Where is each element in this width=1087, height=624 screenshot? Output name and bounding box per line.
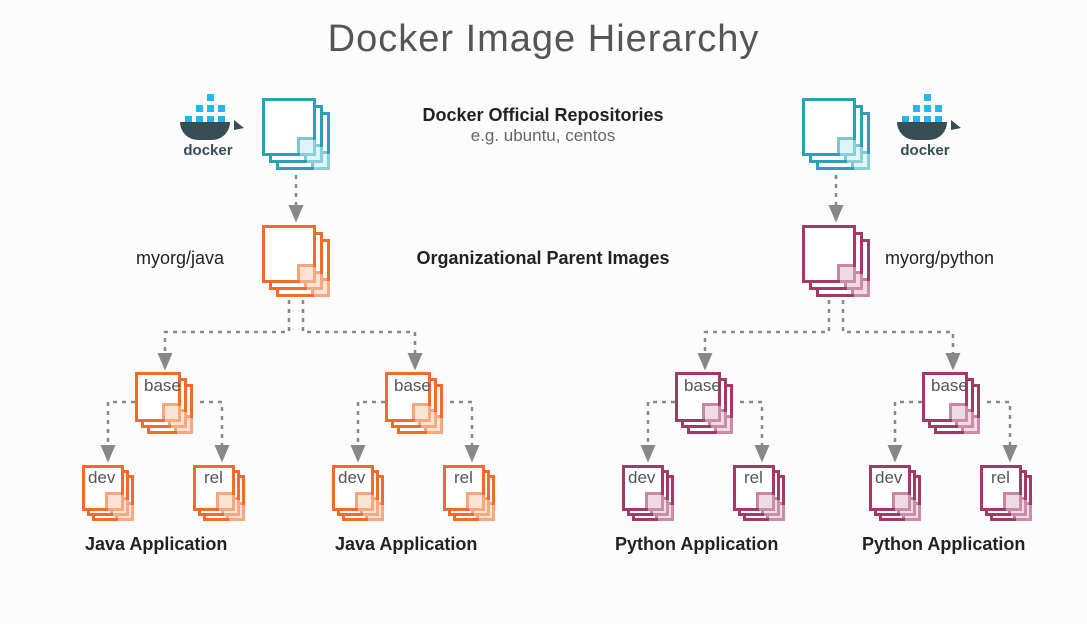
app-title: Python Application <box>862 534 1025 555</box>
official-repos-title: Docker Official Repositories <box>398 105 688 126</box>
docker-brand-text: docker <box>178 142 238 159</box>
rel-label: rel <box>744 468 763 488</box>
app-title: Java Application <box>335 534 477 555</box>
official-repos-label: Docker Official Repositories e.g. ubuntu… <box>398 105 688 146</box>
org-parent-title: Organizational Parent Images <box>368 248 718 269</box>
docker-brand-text: docker <box>895 142 955 159</box>
official-repos-subtitle: e.g. ubuntu, centos <box>398 126 688 146</box>
org-image-label-left: myorg/java <box>136 248 224 269</box>
rel-label: rel <box>991 468 1010 488</box>
dev-label: dev <box>338 468 365 488</box>
rel-label: rel <box>454 468 473 488</box>
app-title: Java Application <box>85 534 227 555</box>
base-label: base <box>931 376 968 396</box>
docker-logo-icon: docker <box>178 100 238 159</box>
dev-label: dev <box>628 468 655 488</box>
base-label: base <box>144 376 181 396</box>
page-title: Docker Image Hierarchy <box>0 18 1087 61</box>
app-title: Python Application <box>615 534 778 555</box>
base-label: base <box>394 376 431 396</box>
docker-logo-icon: docker <box>895 100 955 159</box>
org-image-label-right: myorg/python <box>885 248 994 269</box>
dev-label: dev <box>88 468 115 488</box>
dev-label: dev <box>875 468 902 488</box>
rel-label: rel <box>204 468 223 488</box>
base-label: base <box>684 376 721 396</box>
